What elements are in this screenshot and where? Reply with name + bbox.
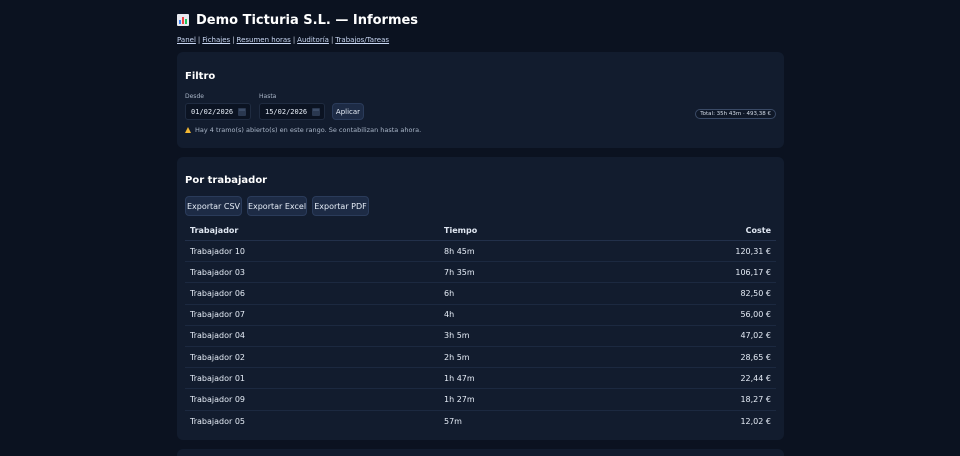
- worker-time: 7h 35m: [444, 267, 475, 277]
- nav-link-auditoria[interactable]: Auditoría: [297, 36, 329, 44]
- worker-cost: 18,27 €: [740, 394, 771, 404]
- to-date-input[interactable]: 15/02/2026: [259, 103, 325, 120]
- from-date-input[interactable]: 01/02/2026: [185, 103, 251, 120]
- calendar-icon[interactable]: [238, 107, 246, 116]
- page-title-text: Demo Ticturia S.L. — Informes: [196, 12, 419, 28]
- bar-chart-icon: [177, 14, 189, 26]
- table-row: Trabajador 10 8h 45m 120,31 €: [185, 241, 776, 263]
- nav-link-panel[interactable]: Panel: [177, 36, 196, 44]
- nav-link-resumen-horas[interactable]: Resumen horas: [237, 36, 291, 44]
- nav-link-trabajos-tareas[interactable]: Trabajos/Tareas: [335, 36, 389, 44]
- workers-title: Por trabajador: [185, 175, 268, 186]
- worker-name: Trabajador 10: [190, 246, 245, 256]
- to-label: Hasta: [259, 93, 277, 100]
- worker-time: 4h: [444, 310, 455, 320]
- nav-link-fichajes[interactable]: Fichajes: [202, 36, 230, 44]
- from-label: Desde: [185, 93, 204, 100]
- nav-links: Panel | Fichajes | Resumen horas | Auditoría | T…: [177, 36, 389, 44]
- worker-time: 6h: [444, 288, 455, 298]
- worker-cost: 106,17 €: [735, 267, 771, 277]
- worker-name: Trabajador 07: [190, 310, 245, 320]
- warning-icon: [185, 127, 191, 133]
- apply-button[interactable]: Aplicar: [332, 103, 364, 120]
- filter-title: Filtro: [185, 71, 216, 82]
- total-badge: Total: 35h 43m · 493,38 €: [695, 109, 776, 119]
- worker-name: Trabajador 05: [190, 416, 245, 426]
- worker-cost: 12,02 €: [740, 416, 771, 426]
- worker-name: Trabajador 01: [190, 373, 245, 383]
- worker-name: Trabajador 04: [190, 331, 245, 341]
- worker-name: Trabajador 09: [190, 394, 245, 404]
- worker-cost: 56,00 €: [740, 310, 771, 320]
- table-row: Trabajador 02 2h 5m 28,65 €: [185, 347, 776, 369]
- table-row: Trabajador 04 3h 5m 47,02 €: [185, 326, 776, 347]
- worker-time: 2h 5m: [444, 352, 470, 362]
- table-row: Trabajador 06 6h 82,50 €: [185, 283, 776, 305]
- table-row: Trabajador 09 1h 27m 18,27 €: [185, 389, 776, 411]
- worker-time: 57m: [444, 416, 462, 426]
- column-header-worker: Trabajador: [190, 226, 239, 235]
- warning-text: Hay 4 tramo(s) abierto(s) en este rango.…: [195, 126, 422, 134]
- worker-time: 1h 47m: [444, 373, 475, 383]
- from-date-value: 01/02/2026: [191, 107, 234, 116]
- worker-cost: 28,65 €: [740, 352, 771, 362]
- next-card: [177, 449, 784, 456]
- workers-table: Trabajador Tiempo Coste Trabajador 10 8h…: [185, 221, 776, 432]
- filter-card: Filtro Desde 01/02/2026 Hasta 15/02/2026…: [177, 52, 784, 148]
- worker-cost: 82,50 €: [740, 288, 771, 298]
- table-header: Trabajador Tiempo Coste: [185, 221, 776, 241]
- worker-time: 3h 5m: [444, 331, 470, 341]
- workers-card: Por trabajador Exportar CSV Exportar Exc…: [177, 157, 784, 440]
- worker-name: Trabajador 03: [190, 267, 245, 277]
- worker-name: Trabajador 02: [190, 352, 245, 362]
- calendar-icon[interactable]: [312, 107, 320, 116]
- page: Demo Ticturia S.L. — Informes Panel | Fich…: [0, 0, 960, 456]
- worker-time: 8h 45m: [444, 246, 475, 256]
- table-row: Trabajador 07 4h 56,00 €: [185, 305, 776, 326]
- export-pdf-button[interactable]: Exportar PDF: [312, 196, 369, 216]
- column-header-cost: Coste: [745, 226, 771, 235]
- to-date-value: 15/02/2026: [265, 107, 308, 116]
- table-row: Trabajador 03 7h 35m 106,17 €: [185, 262, 776, 284]
- open-segments-warning: Hay 4 tramo(s) abierto(s) en este rango.…: [185, 126, 421, 134]
- table-row: Trabajador 01 1h 47m 22,44 €: [185, 368, 776, 390]
- column-header-time: Tiempo: [444, 226, 478, 235]
- export-csv-button[interactable]: Exportar CSV: [185, 196, 242, 216]
- export-excel-button[interactable]: Exportar Excel: [247, 196, 307, 216]
- worker-name: Trabajador 06: [190, 288, 245, 298]
- worker-cost: 47,02 €: [740, 331, 771, 341]
- page-title: Demo Ticturia S.L. — Informes: [177, 10, 418, 30]
- worker-cost: 22,44 €: [740, 373, 771, 383]
- table-row: Trabajador 05 57m 12,02 €: [185, 411, 776, 432]
- worker-time: 1h 27m: [444, 394, 475, 404]
- worker-cost: 120,31 €: [735, 246, 771, 256]
